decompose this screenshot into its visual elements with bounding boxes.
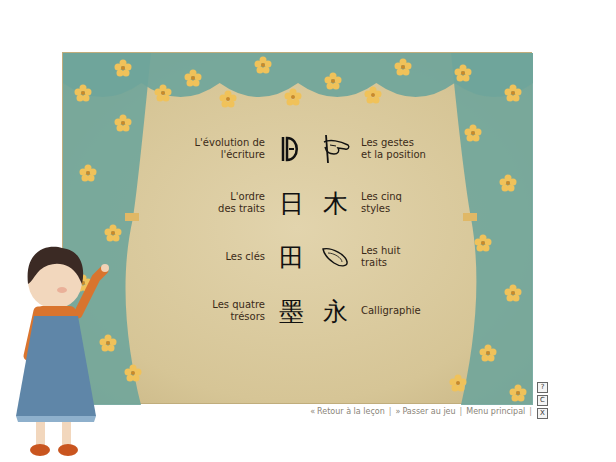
corner-button[interactable]: ? — [537, 382, 548, 393]
hand-brush-icon — [318, 134, 352, 164]
menu-item-glyph[interactable]: 永 — [317, 293, 353, 329]
menu-item-glyph[interactable]: 墨 — [273, 293, 309, 329]
menu-item-glyph[interactable]: 木 — [317, 185, 353, 221]
nav-link[interactable]: Menu principal — [466, 407, 525, 416]
menu-item-glyph[interactable]: 田 — [273, 239, 309, 275]
corner-buttons: ? CX — [537, 382, 548, 419]
menu-item-label[interactable]: L'évolution del'écriture — [147, 137, 265, 162]
menu-item-label[interactable]: Les clés — [147, 251, 265, 264]
arrow-icon: « — [310, 407, 315, 416]
arrow-icon: » — [396, 407, 401, 416]
menu-item-label[interactable]: L'ordredes traits — [147, 191, 265, 216]
nav-link[interactable]: »Passer au jeu — [396, 407, 456, 416]
menu-item-label[interactable]: Les huittraits — [361, 245, 481, 270]
archaic-sun-icon — [280, 135, 302, 163]
lesson-menu: L'évolution del'écriture Les gesteset la… — [147, 122, 531, 338]
brush-stroke-icon — [320, 245, 350, 269]
nav-separator: | — [529, 407, 532, 416]
girl-illustration-icon — [0, 226, 115, 461]
curtain-icon — [63, 53, 533, 405]
menu-item-label[interactable]: Les gesteset la position — [361, 137, 481, 162]
menu-item-label[interactable]: Les quatretrésors — [147, 299, 265, 324]
menu-item-glyph[interactable] — [317, 131, 353, 167]
parchment-stage: L'évolution del'écriture Les gesteset la… — [62, 52, 532, 404]
menu-item-glyph[interactable]: 日 — [273, 185, 309, 221]
nav-separator: | — [389, 407, 392, 416]
bottom-nav: «Retour à la leçon |»Passer au jeu |Menu… — [62, 407, 532, 416]
corner-button[interactable]: X — [537, 408, 548, 419]
corner-button[interactable]: C — [537, 395, 548, 406]
lesson-menu-page: L'évolution del'écriture Les gesteset la… — [0, 0, 616, 462]
menu-item-glyph[interactable] — [273, 131, 309, 167]
nav-separator: | — [460, 407, 463, 416]
nav-link[interactable]: «Retour à la leçon — [310, 407, 385, 416]
menu-item-glyph[interactable] — [317, 239, 353, 275]
menu-item-label[interactable]: Les cinqstyles — [361, 191, 481, 216]
menu-item-label[interactable]: Calligraphie — [361, 305, 481, 318]
